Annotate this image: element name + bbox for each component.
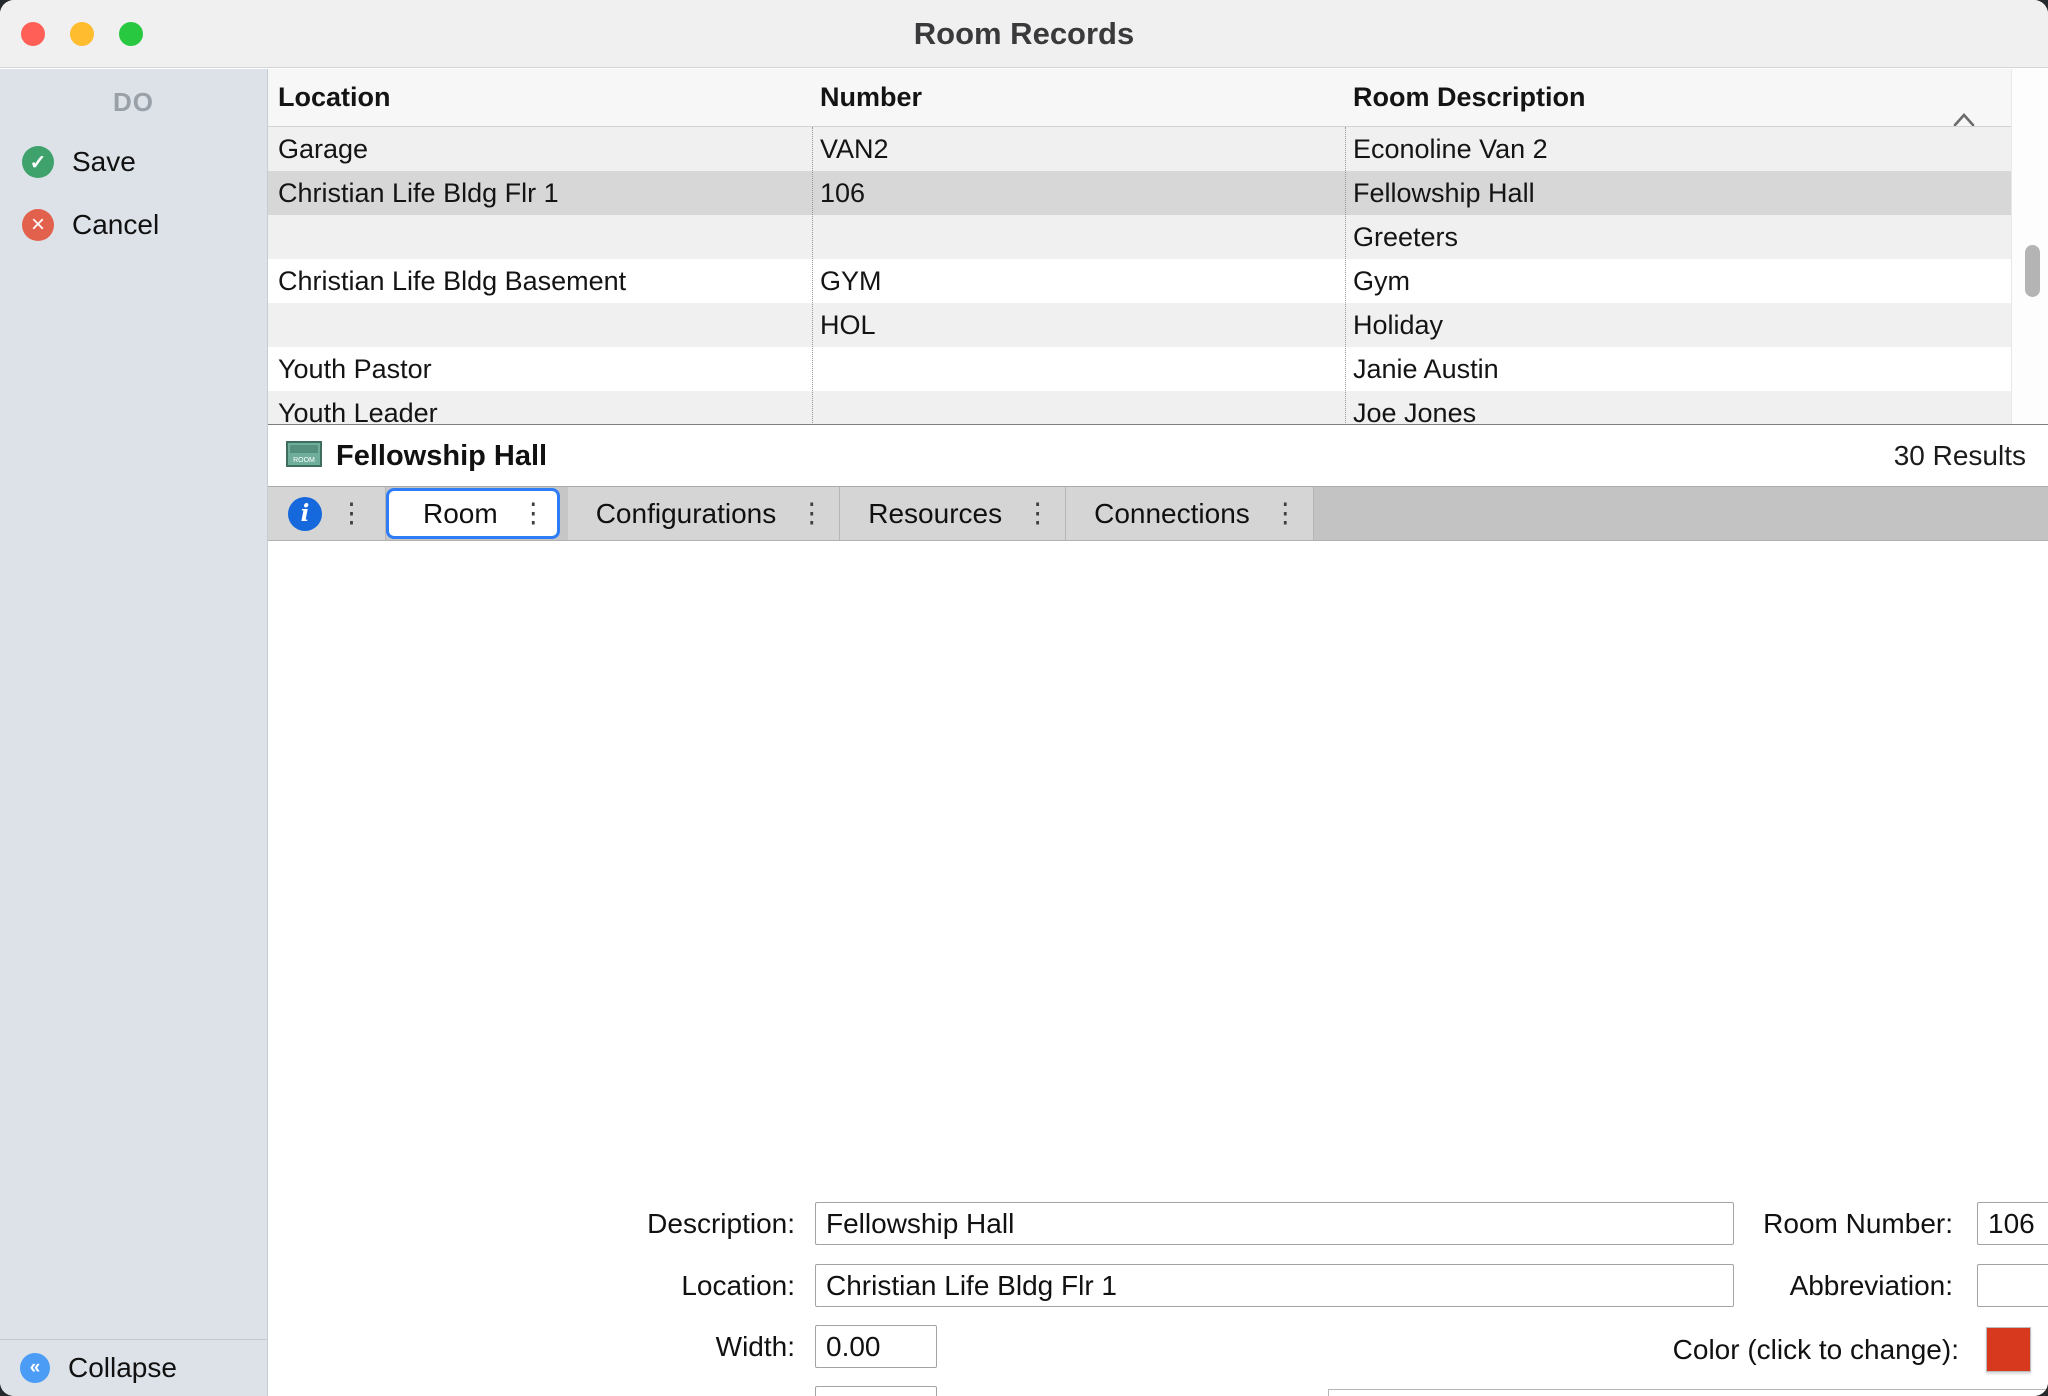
collapse-sidebar-button[interactable]: « Collapse <box>0 1339 267 1396</box>
table-row[interactable]: HOL Holiday <box>268 303 2011 347</box>
tab-bar: i ⋮ Room ⋮ Configurations ⋮ Resources ⋮ … <box>268 486 2048 541</box>
height-label: Height: <box>536 1386 795 1396</box>
sidebar-section-header: DO <box>0 87 267 118</box>
save-check-icon: ✓ <box>22 146 54 178</box>
tab-connections-label: Connections <box>1094 498 1250 530</box>
cell-room-description: Fellowship Hall <box>1345 171 2011 215</box>
cell-location <box>268 303 812 347</box>
collapse-chevrons-icon: « <box>20 1353 50 1383</box>
cell-location <box>268 215 812 259</box>
cell-location: Christian Life Bldg Flr 1 <box>268 171 812 215</box>
tab-connections-menu-dots-icon[interactable]: ⋮ <box>1272 500 1299 527</box>
tab-room-menu-dots-icon[interactable]: ⋮ <box>520 500 547 527</box>
room-number-field[interactable] <box>1977 1202 2048 1245</box>
room-number-label: Room Number: <box>1668 1202 1953 1245</box>
zoom-window-button[interactable] <box>119 22 143 46</box>
table-scrollbar-thumb[interactable] <box>2025 245 2040 297</box>
tab-configurations-menu-dots-icon[interactable]: ⋮ <box>798 500 825 527</box>
table-row[interactable]: Garage VAN2 Econoline Van 2 <box>268 127 2011 171</box>
cell-room-description: Janie Austin <box>1345 347 2011 391</box>
info-menu-dots-icon[interactable]: ⋮ <box>338 500 365 527</box>
cell-number: 106 <box>812 171 1345 215</box>
cell-number <box>812 347 1345 391</box>
width-field[interactable] <box>815 1325 937 1368</box>
cell-room-description: Holiday <box>1345 303 2011 347</box>
cell-room-description: Greeters <box>1345 215 2011 259</box>
room-records-window: Room Records DO ✓ Save × Cancel « Collap… <box>0 0 2048 1396</box>
results-count: 30 Results <box>1894 440 2026 472</box>
table-scrollbar[interactable] <box>2011 69 2048 425</box>
description-label: Description: <box>536 1202 795 1245</box>
cell-location: Garage <box>268 127 812 171</box>
cell-room-description: Gym <box>1345 259 2011 303</box>
cancel-x-icon: × <box>22 209 54 241</box>
room-results-table: Location Number Room Description Garage … <box>268 69 2048 425</box>
save-button-label: Save <box>72 146 136 178</box>
abbreviation-label: Abbreviation: <box>1668 1264 1953 1307</box>
info-icon[interactable]: i <box>288 497 322 531</box>
location-label: Location: <box>536 1264 795 1307</box>
tab-room[interactable]: Room ⋮ <box>386 488 560 539</box>
cancel-button-label: Cancel <box>72 209 159 241</box>
room-icon: ROOM <box>286 441 322 472</box>
tab-room-label: Room <box>423 498 498 530</box>
sort-ascending-icon[interactable] <box>1953 90 1975 126</box>
description-field[interactable] <box>815 1202 1734 1245</box>
cell-number <box>812 215 1345 259</box>
notes-label: Notes: <box>1044 1391 1300 1396</box>
record-title: Fellowship Hall <box>336 440 547 473</box>
column-header-room-description-label: Room Description <box>1353 82 1586 112</box>
notes-field[interactable]: Restock food and utensil supplies once a… <box>1328 1389 2048 1396</box>
svg-text:ROOM: ROOM <box>293 457 315 464</box>
window-title: Room Records <box>0 0 2048 68</box>
column-header-room-description[interactable]: Room Description <box>1345 69 2011 126</box>
abbreviation-field[interactable] <box>1977 1264 2048 1307</box>
title-bar: Room Records <box>0 0 2048 68</box>
cell-number: GYM <box>812 259 1345 303</box>
collapse-label: Collapse <box>68 1352 177 1384</box>
tab-connections[interactable]: Connections ⋮ <box>1066 487 1314 540</box>
cell-location: Youth Leader <box>268 391 812 425</box>
save-button[interactable]: ✓ Save <box>0 142 267 182</box>
table-header-row: Location Number Room Description <box>268 69 2011 127</box>
tab-configurations-label: Configurations <box>596 498 777 530</box>
sidebar: DO ✓ Save × Cancel « Collapse <box>0 69 268 1396</box>
table-row[interactable]: Youth Pastor Janie Austin <box>268 347 2011 391</box>
width-label: Width: <box>536 1325 795 1368</box>
close-window-button[interactable] <box>21 22 45 46</box>
cell-room-description: Econoline Van 2 <box>1345 127 2011 171</box>
table-row[interactable]: Christian Life Bldg Basement GYM Gym <box>268 259 2011 303</box>
tab-configurations[interactable]: Configurations ⋮ <box>568 487 841 540</box>
tab-resources-menu-dots-icon[interactable]: ⋮ <box>1024 500 1051 527</box>
tab-resources-label: Resources <box>868 498 1002 530</box>
color-label: Color (click to change): <box>1536 1327 1959 1372</box>
cell-location: Youth Pastor <box>268 347 812 391</box>
table-row[interactable]: Youth Leader Joe Jones <box>268 391 2011 425</box>
record-header-bar: ROOM Fellowship Hall 30 Results <box>268 426 2048 486</box>
tab-resources[interactable]: Resources ⋮ <box>840 487 1066 540</box>
table-body: Garage VAN2 Econoline Van 2 Christian Li… <box>268 127 2011 425</box>
column-header-location[interactable]: Location <box>268 69 812 126</box>
cell-number: HOL <box>812 303 1345 347</box>
cell-location: Christian Life Bldg Basement <box>268 259 812 303</box>
cell-room-description: Joe Jones <box>1345 391 2011 425</box>
column-header-number[interactable]: Number <box>812 69 1345 126</box>
info-segment: i ⋮ <box>268 487 386 540</box>
location-field[interactable] <box>815 1264 1734 1307</box>
height-field[interactable] <box>815 1386 937 1396</box>
table-row[interactable]: Christian Life Bldg Flr 1 106 Fellowship… <box>268 171 2011 215</box>
room-form: Description: Room Number: Location: Abbr… <box>268 541 2048 1396</box>
cell-number: VAN2 <box>812 127 1345 171</box>
table-row[interactable]: Greeters <box>268 215 2011 259</box>
minimize-window-button[interactable] <box>70 22 94 46</box>
cancel-button[interactable]: × Cancel <box>0 205 267 245</box>
cell-number <box>812 391 1345 425</box>
color-swatch[interactable] <box>1986 1327 2031 1372</box>
